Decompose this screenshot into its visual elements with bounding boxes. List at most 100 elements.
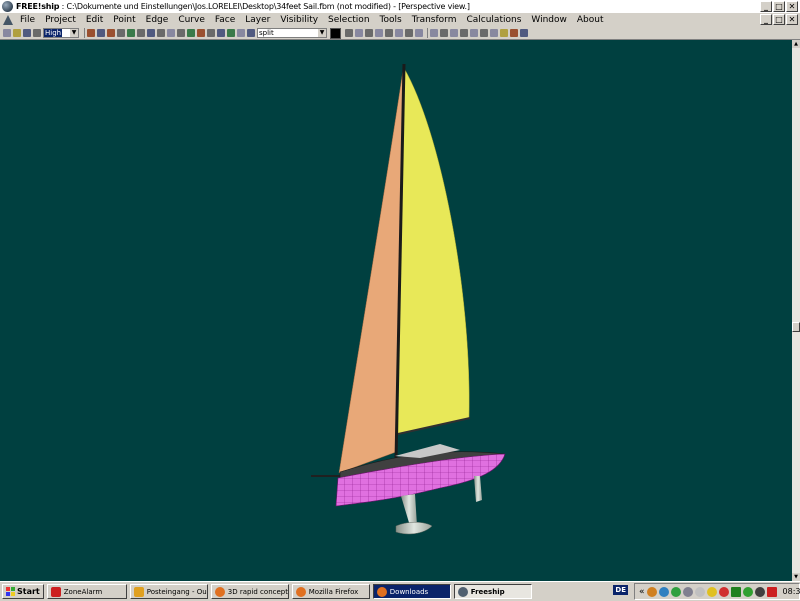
menu-about[interactable]: About [572, 15, 609, 25]
task-mozilla-firefox[interactable]: Mozilla Firefox [291, 584, 370, 599]
mirror-icon[interactable] [480, 29, 488, 37]
subdivide-icon[interactable] [450, 29, 458, 37]
color-swatch[interactable] [330, 27, 341, 39]
view-mode-select[interactable]: split ▼ [257, 28, 327, 38]
vertical-scrollbar[interactable]: ▲ ▼ [792, 40, 800, 581]
menu-layer[interactable]: Layer [240, 15, 275, 25]
menu-window[interactable]: Window [526, 15, 572, 25]
menu-tools[interactable]: Tools [375, 15, 407, 25]
curvature-icon[interactable] [157, 29, 165, 37]
maximize-button[interactable]: □ [773, 1, 785, 12]
toolbar: High ▼ split ▼ [0, 27, 800, 40]
rotate-icon[interactable] [490, 29, 498, 37]
scroll-down-icon[interactable]: ▼ [792, 573, 800, 581]
precision-select[interactable]: High ▼ [43, 28, 79, 38]
waterlines-icon[interactable] [127, 29, 135, 37]
zoom-extents-icon[interactable] [247, 29, 255, 37]
stations-icon[interactable] [107, 29, 115, 37]
new-file-icon[interactable] [3, 29, 11, 37]
menu-selection[interactable]: Selection [323, 15, 374, 25]
menu-visibility[interactable]: Visibility [275, 15, 323, 25]
tray-app-icon[interactable] [670, 586, 681, 597]
insert-point-icon[interactable] [345, 29, 353, 37]
interior-edges-icon[interactable] [97, 29, 105, 37]
tray-app-icon[interactable] [646, 586, 657, 597]
task-3d-rapid-concept[interactable]: 3D rapid concept... [210, 584, 289, 599]
title-bar: FREE!ship : C:\Dokumente und Einstellung… [0, 0, 800, 13]
menu-file[interactable]: File [15, 15, 40, 25]
freeship-app-icon[interactable] [2, 1, 13, 12]
keel-bulb [395, 522, 433, 535]
open-file-icon[interactable] [13, 29, 21, 37]
design-hydrostatics-icon[interactable] [500, 29, 508, 37]
menu-calculations[interactable]: Calculations [461, 15, 526, 25]
flowlines-icon[interactable] [177, 29, 185, 37]
edges-icon[interactable] [207, 29, 215, 37]
menu-edit[interactable]: Edit [81, 15, 108, 25]
new-face-icon[interactable] [430, 29, 438, 37]
extrude-icon[interactable] [415, 29, 423, 37]
import-icon[interactable] [33, 29, 41, 37]
delete-face-icon[interactable] [460, 29, 468, 37]
cross-curves-icon[interactable] [510, 29, 518, 37]
close-button[interactable]: ✕ [786, 1, 798, 12]
intersect-icon[interactable] [470, 29, 478, 37]
clock[interactable]: 08:30 [783, 587, 800, 596]
hydrostatics-icon[interactable] [187, 29, 195, 37]
resistance-icon[interactable] [520, 29, 528, 37]
menu-point[interactable]: Point [108, 15, 140, 25]
chevron-down-icon[interactable]: ▼ [318, 29, 326, 37]
zoom-icon[interactable] [237, 29, 245, 37]
tray-app-icon[interactable] [706, 586, 717, 597]
tray-app-icon[interactable] [742, 586, 753, 597]
menu-curve[interactable]: Curve [173, 15, 210, 25]
zonealarm-tray-icon[interactable] [766, 586, 777, 597]
control-net-icon[interactable] [87, 29, 95, 37]
scrollbar-thumb[interactable] [792, 322, 800, 332]
crease-edge-icon[interactable] [385, 29, 393, 37]
menu-face[interactable]: Face [210, 15, 240, 25]
tray-app-icon[interactable] [718, 586, 729, 597]
tray-app-icon[interactable] [682, 586, 693, 597]
start-button[interactable]: Start [2, 584, 44, 599]
network-icon[interactable] [658, 586, 669, 597]
flowline-icon[interactable] [197, 29, 205, 37]
precision-select-value: High [44, 29, 63, 37]
layers-icon[interactable] [227, 29, 235, 37]
unlock-point-icon[interactable] [405, 29, 413, 37]
minimize-button[interactable]: _ [760, 1, 772, 12]
invert-face-icon[interactable] [440, 29, 448, 37]
task-label: ZoneAlarm [63, 587, 103, 596]
doc-minimize-button[interactable]: _ [760, 14, 772, 25]
markers-icon[interactable] [147, 29, 155, 37]
chevron-down-icon[interactable]: ▼ [70, 29, 78, 37]
normals-icon[interactable] [167, 29, 175, 37]
lock-point-icon[interactable] [395, 29, 403, 37]
menu-transform[interactable]: Transform [407, 15, 462, 25]
buttocks-icon[interactable] [117, 29, 125, 37]
doc-close-button[interactable]: ✕ [786, 14, 798, 25]
points-icon[interactable] [217, 29, 225, 37]
task-downloads[interactable]: Downloads [372, 584, 451, 599]
language-indicator[interactable]: DE [613, 585, 628, 595]
save-icon[interactable] [23, 29, 31, 37]
menu-project[interactable]: Project [40, 15, 81, 25]
diagonals-icon[interactable] [137, 29, 145, 37]
perspective-viewport[interactable] [0, 40, 792, 581]
split-edge-icon[interactable] [375, 29, 383, 37]
collapse-point-icon[interactable] [355, 29, 363, 37]
main-sail [397, 67, 470, 435]
scroll-up-icon[interactable]: ▲ [792, 40, 800, 48]
window-controls: _ □ ✕ [760, 1, 798, 12]
doc-restore-button[interactable]: □ [773, 14, 785, 25]
new-edge-icon[interactable] [365, 29, 373, 37]
menu-edge[interactable]: Edge [141, 15, 174, 25]
show-hidden-icons-icon[interactable]: « [639, 587, 645, 597]
task-outlook[interactable]: Posteingang - Ou... [129, 584, 208, 599]
task-freeship[interactable]: Freeship [453, 584, 532, 599]
tray-app-icon[interactable] [754, 586, 765, 597]
document-icon[interactable] [3, 15, 13, 25]
task-zonealarm[interactable]: ZoneAlarm [46, 584, 127, 599]
tray-app-icon[interactable] [730, 586, 741, 597]
tray-app-icon[interactable] [694, 586, 705, 597]
